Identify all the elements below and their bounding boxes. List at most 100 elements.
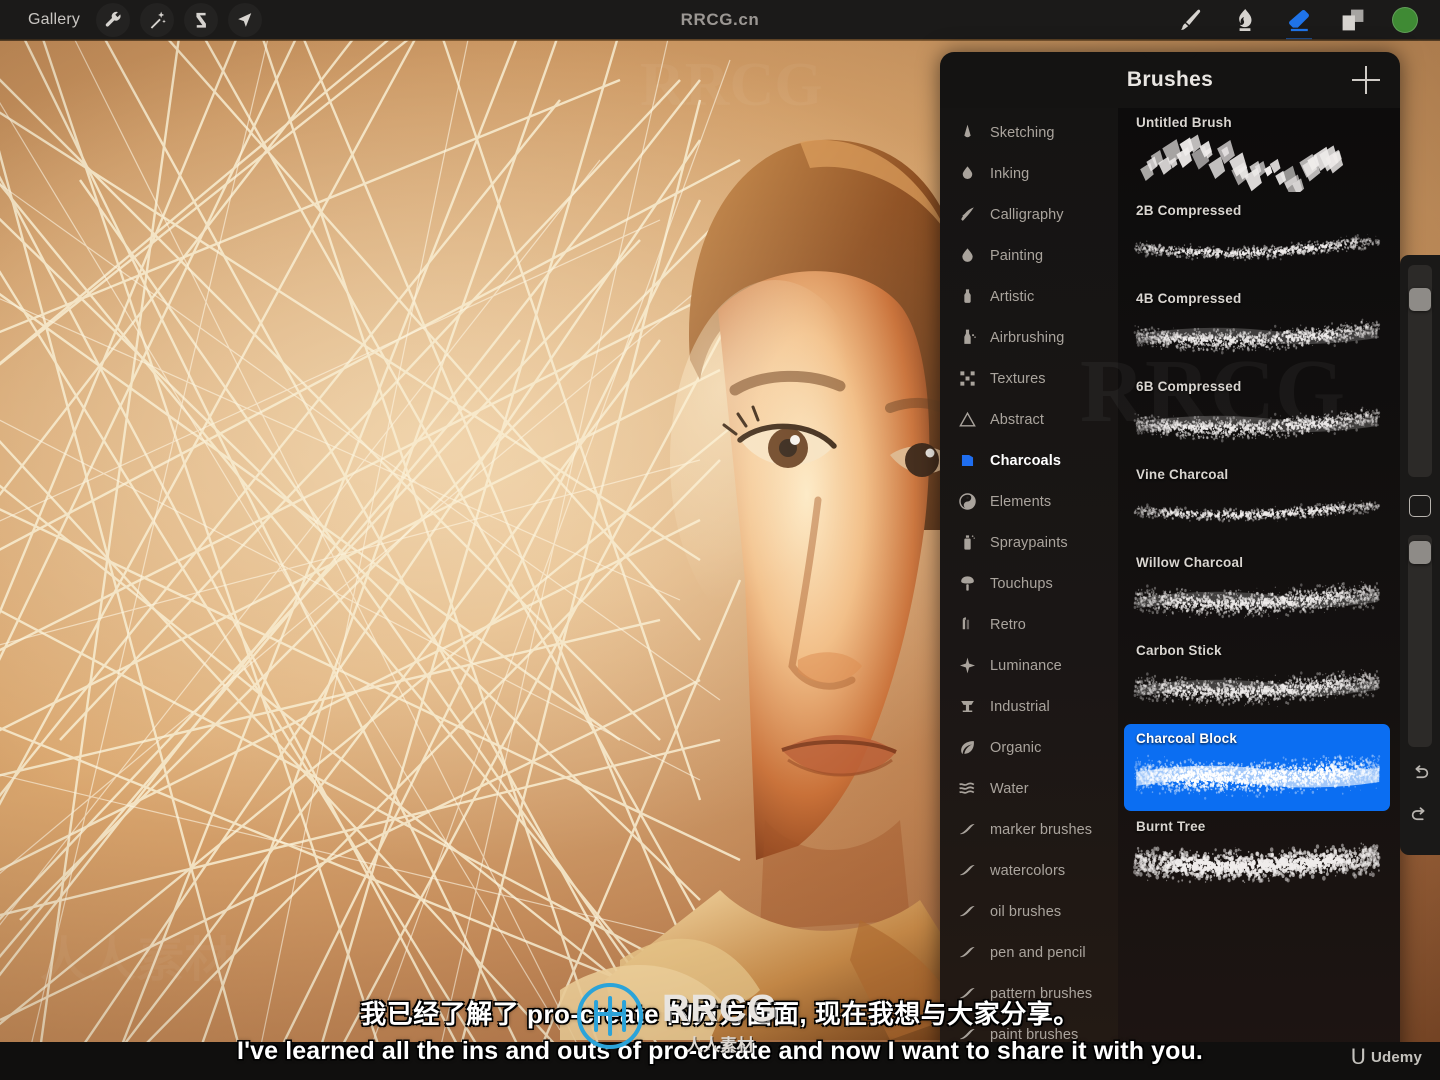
brush-stroke-preview <box>1124 386 1390 456</box>
brush-name: Burnt Tree <box>1136 819 1206 834</box>
brush-category-pen-and-pencil[interactable]: pen and pencil <box>940 932 1118 973</box>
layers-icon[interactable] <box>1338 5 1368 35</box>
brush-category-label: marker brushes <box>990 821 1093 838</box>
redo-button[interactable] <box>1405 801 1435 831</box>
brush-category-inking[interactable]: Inking <box>940 153 1118 194</box>
stroke-icon <box>956 901 978 923</box>
brush-item[interactable]: Burnt Tree <box>1124 812 1390 899</box>
brush-category-label: Painting <box>990 247 1044 264</box>
brush-category-retro[interactable]: Retro <box>940 604 1118 645</box>
brush-category-oil-brushes[interactable]: oil brushes <box>940 891 1118 932</box>
adjustments-wand-icon[interactable] <box>140 3 174 37</box>
brush-category-label: Elements <box>990 493 1052 510</box>
brush-list[interactable]: Untitled Brush 2B Compressed 4B Compressed… <box>1118 108 1400 1080</box>
brush-category-luminance[interactable]: Luminance <box>940 645 1118 686</box>
water-waves-icon <box>956 778 978 800</box>
brush-size-thumb[interactable] <box>1409 288 1431 311</box>
brush-category-spraypaints[interactable]: Spraypaints <box>940 522 1118 563</box>
charcoal-block-icon <box>956 450 978 472</box>
brushes-panel-title: Brushes <box>1126 68 1214 91</box>
brush-category-marker-brushes[interactable]: marker brushes <box>940 809 1118 850</box>
brush-item[interactable]: Charcoal Block <box>1124 724 1390 811</box>
brush-category-label: Luminance <box>990 657 1062 674</box>
brush-category-artistic[interactable]: Artistic <box>940 276 1118 317</box>
stroke-icon <box>956 819 978 841</box>
ink-drop-icon <box>956 163 978 185</box>
eraser-icon[interactable] <box>1284 5 1314 35</box>
brush-item[interactable]: 2B Compressed <box>1124 196 1390 283</box>
brush-item[interactable]: Carbon Stick <box>1124 636 1390 723</box>
brush-category-label: Water <box>990 780 1029 797</box>
undo-button[interactable] <box>1405 759 1435 789</box>
retro-icon <box>956 614 978 636</box>
brush-item[interactable]: Willow Charcoal <box>1124 548 1390 635</box>
brush-stroke-preview <box>1124 650 1390 720</box>
triangle-icon <box>956 409 978 431</box>
brushes-panel: Brushes Sketching Inking Calligraphy Painti… <box>940 52 1400 1080</box>
brush-item[interactable]: 4B Compressed <box>1124 284 1390 371</box>
brush-category-industrial[interactable]: Industrial <box>940 686 1118 727</box>
brush-category-label: Organic <box>990 739 1042 756</box>
yin-yang-icon <box>956 491 978 513</box>
gallery-button[interactable]: Gallery <box>22 7 86 33</box>
brush-category-touchups[interactable]: Touchups <box>940 563 1118 604</box>
brush-category-watercolors[interactable]: watercolors <box>940 850 1118 891</box>
brush-category-organic[interactable]: Organic <box>940 727 1118 768</box>
toolbar-right-group <box>1176 5 1440 35</box>
texture-grid-icon <box>956 368 978 390</box>
top-toolbar: Gallery RRCG.cn <box>0 0 1440 41</box>
brush-category-charcoals[interactable]: Charcoals <box>940 440 1118 481</box>
brushes-panel-body: Sketching Inking Calligraphy Painting Artist… <box>940 108 1400 1080</box>
leaf-icon <box>956 737 978 759</box>
opacity-thumb[interactable] <box>1409 541 1431 564</box>
smudge-icon[interactable] <box>1230 5 1260 35</box>
sparkle-icon <box>956 655 978 677</box>
brush-item[interactable]: 6B Compressed <box>1124 372 1390 459</box>
modify-button[interactable] <box>1409 495 1431 517</box>
paint-brush-icon[interactable] <box>1176 5 1206 35</box>
brush-size-slider[interactable] <box>1408 265 1432 477</box>
brush-category-water[interactable]: Water <box>940 768 1118 809</box>
stroke-icon <box>956 860 978 882</box>
brush-category-list[interactable]: Sketching Inking Calligraphy Painting Artist… <box>940 108 1118 1080</box>
pencil-tip-icon <box>956 122 978 144</box>
brush-category-elements[interactable]: Elements <box>940 481 1118 522</box>
artistic-brush-icon <box>956 286 978 308</box>
color-swatch[interactable] <box>1392 6 1418 33</box>
toolbar-left-group: Gallery <box>0 3 262 37</box>
udemy-mark-icon: ᑌ <box>1350 1045 1366 1069</box>
selection-icon[interactable] <box>184 3 218 37</box>
brush-item[interactable]: Untitled Brush <box>1124 108 1390 195</box>
brush-category-label: Charcoals <box>990 452 1062 469</box>
touchup-icon <box>956 573 978 595</box>
calligraphy-nib-icon <box>956 204 978 226</box>
stroke-icon <box>956 983 978 1005</box>
brush-category-label: Inking <box>990 165 1030 182</box>
brush-category-label: Retro <box>990 616 1026 633</box>
brush-name: 6B Compressed <box>1136 379 1242 394</box>
brush-category-calligraphy[interactable]: Calligraphy <box>940 194 1118 235</box>
brush-category-abstract[interactable]: Abstract <box>940 399 1118 440</box>
brush-category-pattern-brushes[interactable]: pattern brushes <box>940 973 1118 1014</box>
add-brush-button[interactable] <box>1352 66 1380 94</box>
udemy-logo: ᑌ Udemy <box>1351 1045 1422 1070</box>
transform-arrow-icon[interactable] <box>228 3 262 37</box>
brush-item[interactable]: Vine Charcoal <box>1124 460 1390 547</box>
brush-category-airbrushing[interactable]: Airbrushing <box>940 317 1118 358</box>
brush-category-label: Sketching <box>990 124 1055 141</box>
brush-name: Willow Charcoal <box>1136 555 1244 570</box>
stroke-icon <box>956 942 978 964</box>
brush-category-label: watercolors <box>990 862 1066 879</box>
brush-name: Vine Charcoal <box>1136 467 1229 482</box>
brush-stroke-preview <box>1124 122 1390 195</box>
brush-category-painting[interactable]: Painting <box>940 235 1118 276</box>
bottom-letterbox <box>0 1042 1440 1080</box>
brush-category-sketching[interactable]: Sketching <box>940 112 1118 153</box>
actions-wrench-icon[interactable] <box>96 3 130 37</box>
brush-stroke-preview <box>1124 562 1390 632</box>
portrait-artwork <box>560 139 970 1040</box>
opacity-slider[interactable] <box>1408 535 1432 747</box>
brush-name: Carbon Stick <box>1136 643 1222 658</box>
brush-category-textures[interactable]: Textures <box>940 358 1118 399</box>
brush-category-label: Abstract <box>990 411 1044 428</box>
